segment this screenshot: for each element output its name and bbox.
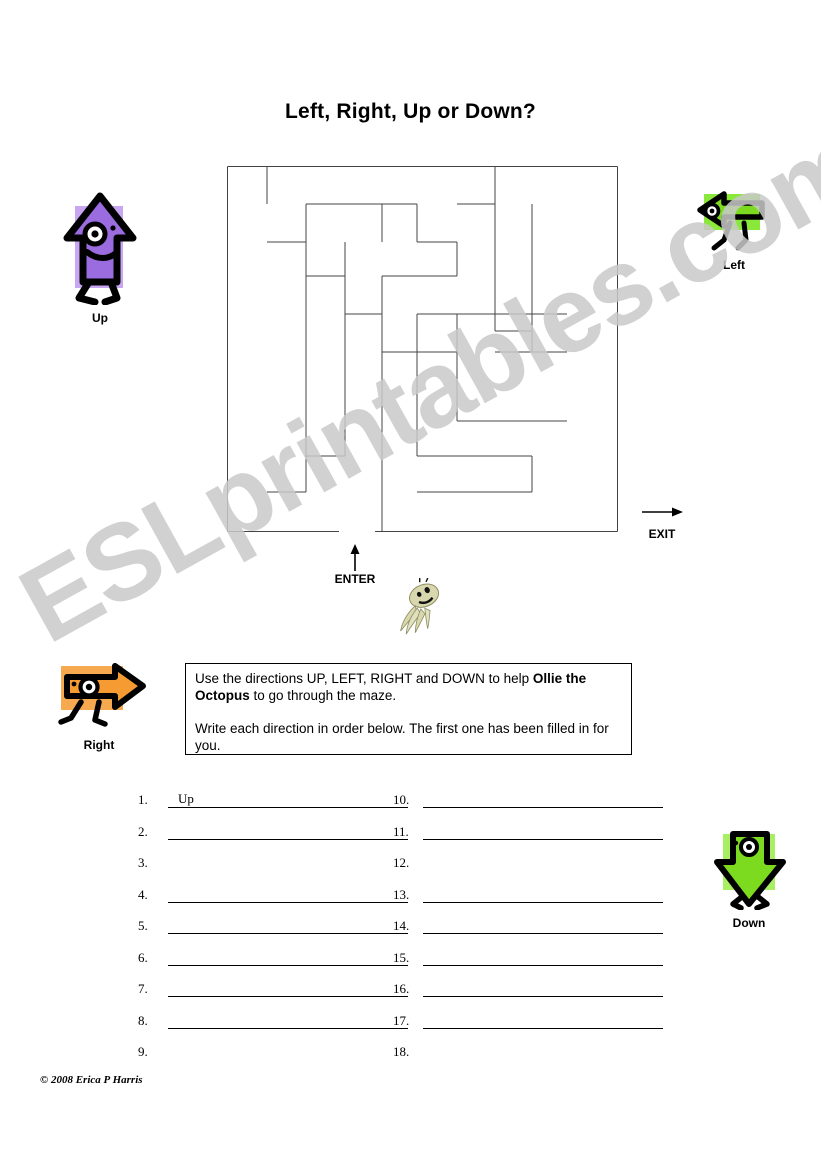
answer-number: 10. [393, 792, 410, 807]
answer-row[interactable]: 17. [393, 1011, 663, 1043]
answer-row[interactable]: 13. [393, 885, 663, 917]
answer-value: Up [178, 791, 194, 806]
answer-number: 15. [393, 949, 410, 965]
direction-icon-left: Left [694, 190, 774, 272]
answer-write-line[interactable] [168, 933, 408, 934]
maze-svg [227, 166, 618, 532]
answer-write-line[interactable] [423, 1027, 663, 1029]
answer-number: 12. [393, 855, 410, 870]
answer-number: 14. [393, 918, 410, 933]
exit-label: EXIT [648, 527, 676, 541]
answer-number: 13. [393, 886, 410, 902]
answer-number: 7. [138, 981, 148, 996]
answer-number: 1. [138, 792, 148, 807]
instructions-box: Use the directions UP, LEFT, RIGHT and D… [185, 663, 632, 755]
direction-label-up: Up [92, 311, 108, 325]
instructions-line-1: Use the directions UP, LEFT, RIGHT and D… [195, 670, 622, 704]
answer-write-line[interactable] [168, 996, 408, 997]
answer-write-line[interactable] [168, 1027, 408, 1029]
exit-marker: EXIT [620, 498, 704, 541]
answer-write-line[interactable] [168, 838, 408, 840]
answer-number: 17. [393, 1012, 410, 1028]
answer-number: 18. [393, 1044, 410, 1059]
answer-row[interactable]: 2. [138, 822, 408, 854]
answer-row[interactable]: 18. [393, 1042, 663, 1074]
octopus-icon [388, 575, 452, 636]
answer-row[interactable]: 8. [138, 1011, 408, 1043]
copyright-notice: © 2008 Erica P Harris [40, 1074, 143, 1086]
answer-number: 6. [138, 949, 148, 965]
arrow-right-icon [620, 498, 704, 526]
answer-number: 3. [138, 855, 148, 870]
arrow-right-character-icon [47, 660, 151, 737]
page-title: Left, Right, Up or Down? [285, 100, 536, 123]
answer-row[interactable]: 11. [393, 822, 663, 854]
answer-number: 11. [393, 823, 409, 839]
answer-write-line[interactable] [423, 933, 663, 934]
answer-row[interactable]: 9. [138, 1042, 408, 1074]
answer-row[interactable]: 1. Up [138, 790, 408, 822]
answer-row[interactable]: 7. [138, 979, 408, 1011]
answer-number: 2. [138, 823, 148, 839]
answer-write-line[interactable] [423, 964, 663, 966]
answer-write-line[interactable] [168, 807, 408, 808]
arrow-down-character-icon [707, 828, 791, 915]
worksheet-page: ESLprintables.com Left, Right, Up or Dow… [0, 0, 821, 1169]
answer-number: 5. [138, 918, 148, 933]
answer-row[interactable]: 15. [393, 948, 663, 980]
answer-write-line[interactable] [168, 901, 408, 903]
answer-row[interactable]: 4. [138, 885, 408, 917]
answer-write-line[interactable] [423, 838, 663, 840]
enter-label: ENTER [334, 572, 376, 586]
answer-column-right: 10. 11. 12. 13. 14. 15. 16. 17. 18. [393, 790, 663, 1074]
enter-marker: ENTER [313, 543, 397, 586]
arrow-left-character-icon [694, 190, 774, 257]
answer-row[interactable]: 12. [393, 853, 663, 885]
direction-icon-up: Up [55, 190, 145, 325]
answer-row[interactable]: 14. [393, 916, 663, 948]
arrow-up-character-icon [55, 190, 145, 310]
maze [227, 166, 618, 532]
answer-row[interactable]: 10. [393, 790, 663, 822]
arrow-up-icon [313, 543, 397, 571]
direction-icon-down: Down [707, 828, 791, 930]
direction-label-down: Down [732, 916, 766, 930]
direction-icon-right: Right [47, 660, 151, 752]
answer-write-line[interactable] [423, 807, 663, 808]
answer-lines: 1. Up 2. 3. 4. 5. 6. 7. 8. 9. 10. 11. 12. 13. 14. 15. 1… [138, 790, 698, 1075]
answer-write-line[interactable] [423, 996, 663, 997]
answer-write-line[interactable] [168, 964, 408, 966]
instructions-line-1-b: to go through the maze. [249, 688, 397, 703]
answer-number: 16. [393, 981, 410, 996]
direction-label-right: Right [83, 738, 115, 752]
answer-number: 4. [138, 886, 148, 902]
direction-label-left: Left [723, 258, 745, 272]
answer-write-line[interactable] [423, 901, 663, 903]
answer-row[interactable]: 5. [138, 916, 408, 948]
answer-number: 9. [138, 1044, 148, 1059]
instructions-line-2: Write each direction in order below. The… [195, 721, 609, 753]
answer-row[interactable]: 6. [138, 948, 408, 980]
answer-row[interactable]: 16. [393, 979, 663, 1011]
answer-column-left: 1. Up 2. 3. 4. 5. 6. 7. 8. 9. [138, 790, 408, 1074]
answer-number: 8. [138, 1012, 148, 1028]
answer-row[interactable]: 3. [138, 853, 408, 885]
instructions-line-1-a: Use the directions UP, LEFT, RIGHT and D… [195, 671, 533, 686]
